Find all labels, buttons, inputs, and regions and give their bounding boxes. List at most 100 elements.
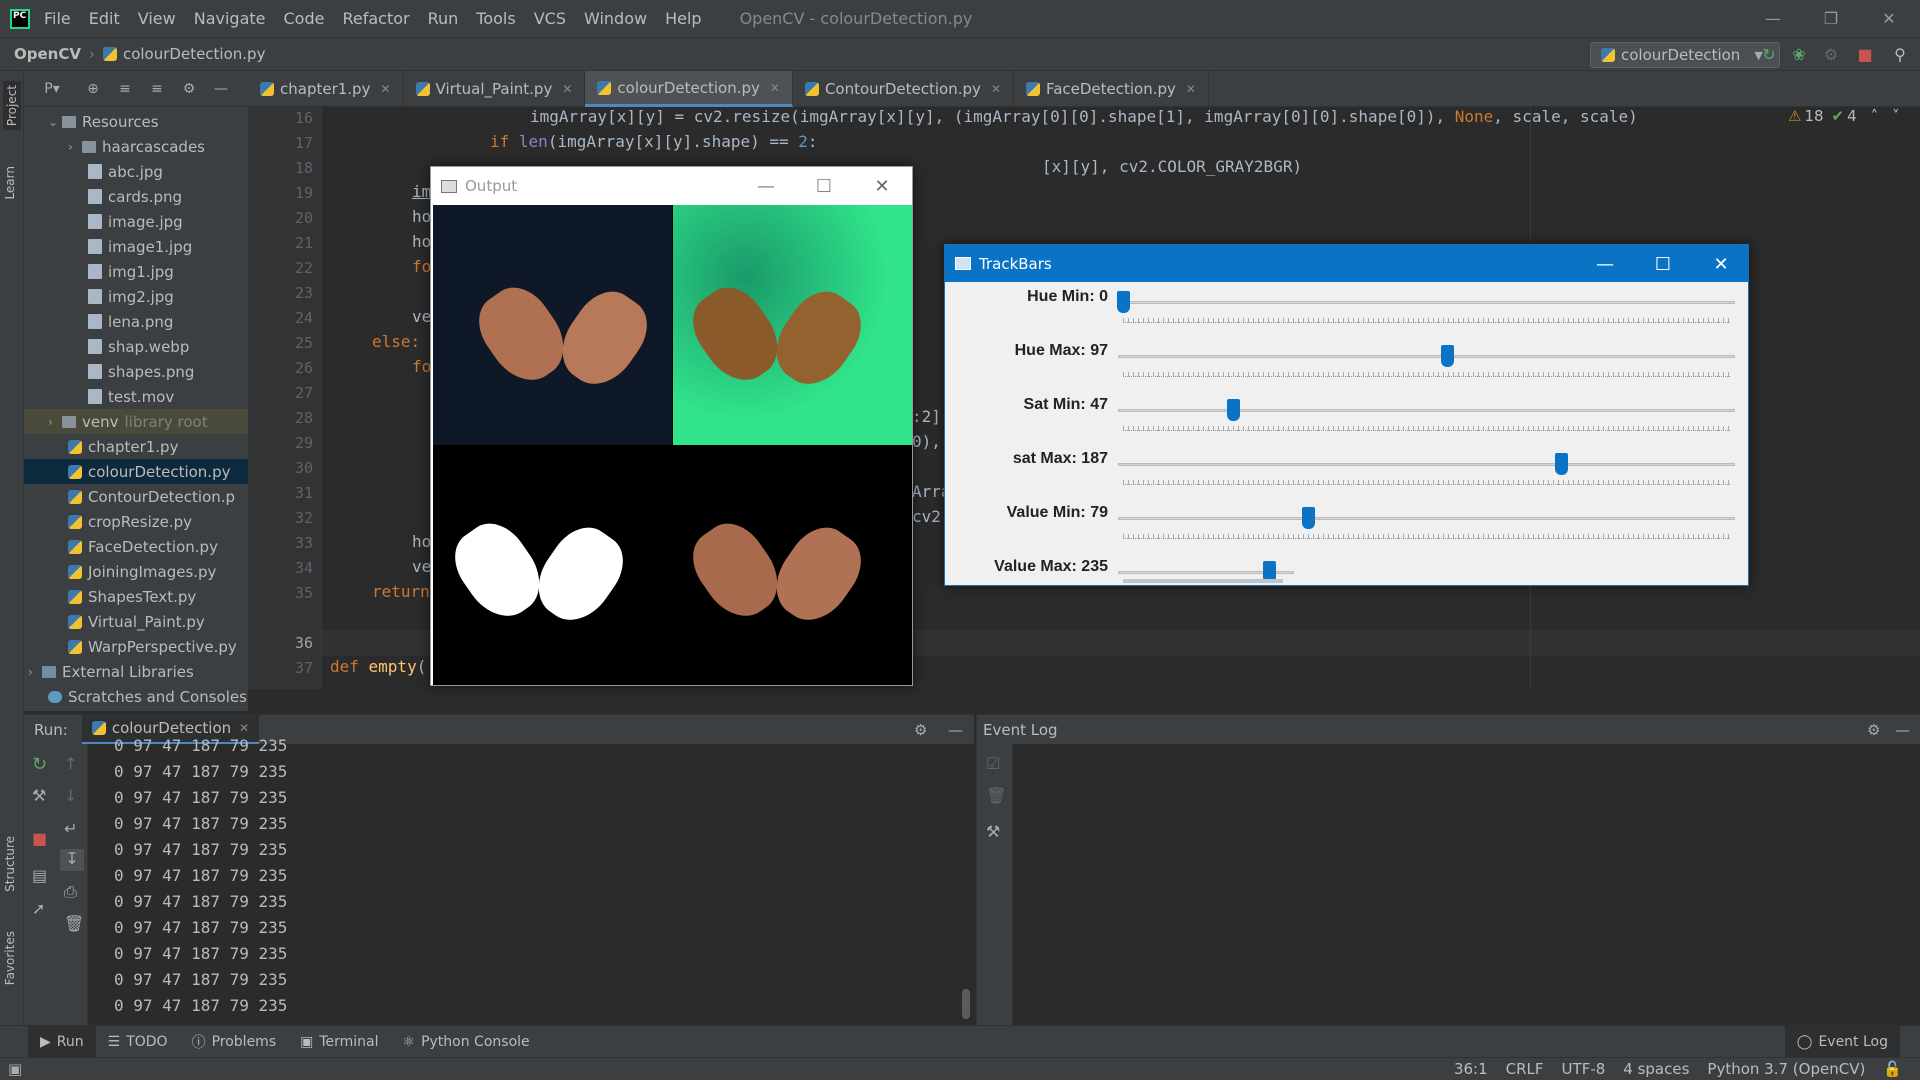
menu-edit[interactable]: Edit: [89, 9, 120, 28]
menu-code[interactable]: Code: [284, 9, 325, 28]
layout-icon[interactable]: ▤: [32, 866, 47, 885]
close-icon[interactable]: ✕: [239, 721, 249, 735]
menu-navigate[interactable]: Navigate: [194, 9, 266, 28]
maximize-button[interactable]: ☐: [795, 167, 853, 205]
close-icon[interactable]: ✕: [1186, 82, 1196, 96]
rerun-icon[interactable]: ↻: [32, 754, 47, 775]
chevron-up-icon[interactable]: ˄: [1871, 107, 1879, 125]
menu-window[interactable]: Window: [584, 9, 647, 28]
chevron-down-icon[interactable]: ˅: [1892, 107, 1900, 125]
menu-vcs[interactable]: VCS: [534, 9, 566, 28]
tool-tab-todo[interactable]: ☰ TODO: [96, 1026, 180, 1058]
menu-help[interactable]: Help: [665, 9, 701, 28]
close-button[interactable]: ✕: [1692, 245, 1750, 283]
search-icon[interactable]: ⚲: [1891, 46, 1909, 64]
slider-track[interactable]: [1118, 409, 1735, 412]
menu-file[interactable]: File: [44, 9, 71, 28]
down-arrow-icon[interactable]: ↓: [64, 786, 77, 805]
close-button[interactable]: ✕: [853, 167, 911, 205]
mark-read-icon[interactable]: ☑: [986, 754, 1000, 773]
slider-track[interactable]: [1118, 517, 1735, 520]
rerun-icon[interactable]: ↻: [1760, 46, 1778, 64]
tree-item-scratches[interactable]: Scratches and Consoles: [24, 684, 248, 709]
scroll-to-end-icon[interactable]: ↧: [60, 849, 84, 871]
tree-item-file[interactable]: FaceDetection.py: [24, 534, 248, 559]
hide-icon[interactable]: —: [948, 721, 963, 739]
tree-item-file[interactable]: cards.png: [24, 184, 248, 209]
breadcrumb-project[interactable]: OpenCV: [14, 45, 81, 63]
restore-button[interactable]: ❐: [1802, 0, 1860, 37]
pin-icon[interactable]: ➚: [32, 899, 45, 918]
tree-item-file[interactable]: img1.jpg: [24, 259, 248, 284]
collapse-all-icon[interactable]: ≡: [148, 80, 166, 98]
breadcrumb-file[interactable]: colourDetection.py: [123, 45, 265, 63]
tree-item-file-selected[interactable]: colourDetection.py: [24, 459, 248, 484]
caret-position[interactable]: 36:1: [1454, 1060, 1488, 1078]
tree-item-folder[interactable]: › haarcascades: [24, 134, 248, 159]
menu-tools[interactable]: Tools: [476, 9, 515, 28]
structure-tool-tab[interactable]: Structure: [3, 836, 17, 892]
tree-item-file[interactable]: chapter1.py: [24, 434, 248, 459]
layout-toggle-icon[interactable]: ▣: [8, 1060, 22, 1078]
close-icon[interactable]: ✕: [380, 82, 390, 96]
close-icon[interactable]: ✕: [770, 81, 780, 95]
minimize-button[interactable]: —: [1744, 0, 1802, 37]
trackbars-window[interactable]: TrackBars — ☐ ✕ Hue Min: 0 Hue Max: 97 S…: [944, 244, 1749, 586]
slider-thumb[interactable]: [1554, 453, 1568, 475]
debug-bug-icon[interactable]: ❀: [1790, 46, 1808, 64]
close-icon[interactable]: ✕: [562, 82, 572, 96]
tree-item-file[interactable]: test.mov: [24, 384, 248, 409]
tree-item-venv[interactable]: › venv library root: [24, 409, 248, 434]
slider-track[interactable]: [1118, 463, 1735, 466]
output-window-titlebar[interactable]: Output — ☐ ✕: [431, 167, 912, 205]
close-button[interactable]: ✕: [1860, 0, 1918, 37]
run-configuration-select[interactable]: colourDetection ▼: [1590, 42, 1780, 68]
tree-item-file[interactable]: abc.jpg: [24, 159, 248, 184]
tree-item-file[interactable]: Virtual_Paint.py: [24, 609, 248, 634]
favorites-tool-tab[interactable]: Favorites: [3, 931, 17, 985]
tab-chapter1[interactable]: chapter1.py ✕: [248, 71, 404, 107]
slider-track[interactable]: [1118, 301, 1735, 304]
tree-item-external-libraries[interactable]: › External Libraries: [24, 659, 248, 684]
minimize-button[interactable]: —: [1576, 245, 1634, 283]
tree-item-file[interactable]: img2.jpg: [24, 284, 248, 309]
tree-item-file[interactable]: ShapesText.py: [24, 584, 248, 609]
gear-icon[interactable]: ⚙: [180, 80, 198, 98]
tree-item-file[interactable]: WarpPerspective.py: [24, 634, 248, 659]
horizontal-scrollbar[interactable]: [1123, 579, 1283, 583]
tree-item-file[interactable]: JoiningImages.py: [24, 559, 248, 584]
tab-colour-detection[interactable]: colourDetection.py ✕: [585, 71, 793, 107]
tree-item-file[interactable]: shapes.png: [24, 359, 248, 384]
project-tool-tab[interactable]: Project: [3, 81, 21, 131]
tree-item-file[interactable]: ContourDetection.p: [24, 484, 248, 509]
tree-item-file[interactable]: image1.jpg: [24, 234, 248, 259]
console-scrollbar[interactable]: [962, 989, 970, 1019]
expand-all-icon[interactable]: ≡: [116, 80, 134, 98]
tree-item-folder[interactable]: ⌄ Resources: [24, 109, 248, 134]
wrench-icon[interactable]: ⚒: [986, 822, 1000, 841]
tree-item-file[interactable]: cropResize.py: [24, 509, 248, 534]
menu-refactor[interactable]: Refactor: [342, 9, 409, 28]
line-separator[interactable]: CRLF: [1506, 1060, 1544, 1078]
output-window[interactable]: Output — ☐ ✕: [430, 166, 913, 686]
menu-view[interactable]: View: [138, 9, 176, 28]
tree-item-file[interactable]: lena.png: [24, 309, 248, 334]
wrench-icon[interactable]: ⚒: [32, 786, 46, 805]
inspection-widget[interactable]: ⚠ 18 ✔ 4 ˄ ˅: [1788, 107, 1900, 125]
lock-icon[interactable]: 🔓: [1883, 1060, 1902, 1078]
menu-run[interactable]: Run: [428, 9, 459, 28]
hide-icon[interactable]: —: [1895, 721, 1910, 739]
stop-icon[interactable]: ■: [32, 829, 47, 848]
trackbars-window-titlebar[interactable]: TrackBars — ☐ ✕: [945, 245, 1748, 282]
python-interpreter[interactable]: Python 3.7 (OpenCV): [1707, 1060, 1865, 1078]
tool-tab-run[interactable]: ▶ Run: [28, 1025, 96, 1058]
gear-icon[interactable]: ⚙: [914, 721, 927, 739]
tab-face-detection[interactable]: FaceDetection.py ✕: [1014, 71, 1209, 107]
locate-icon[interactable]: ⊕: [84, 80, 102, 98]
tool-tab-event-log[interactable]: ◯ Event Log: [1784, 1025, 1900, 1058]
slider-thumb[interactable]: [1440, 345, 1454, 367]
stop-icon[interactable]: ■: [1856, 46, 1874, 64]
tool-tab-problems[interactable]: ⓘ Problems: [180, 1026, 289, 1058]
maximize-button[interactable]: ☐: [1634, 245, 1692, 283]
project-view-select[interactable]: P▾: [34, 80, 70, 98]
